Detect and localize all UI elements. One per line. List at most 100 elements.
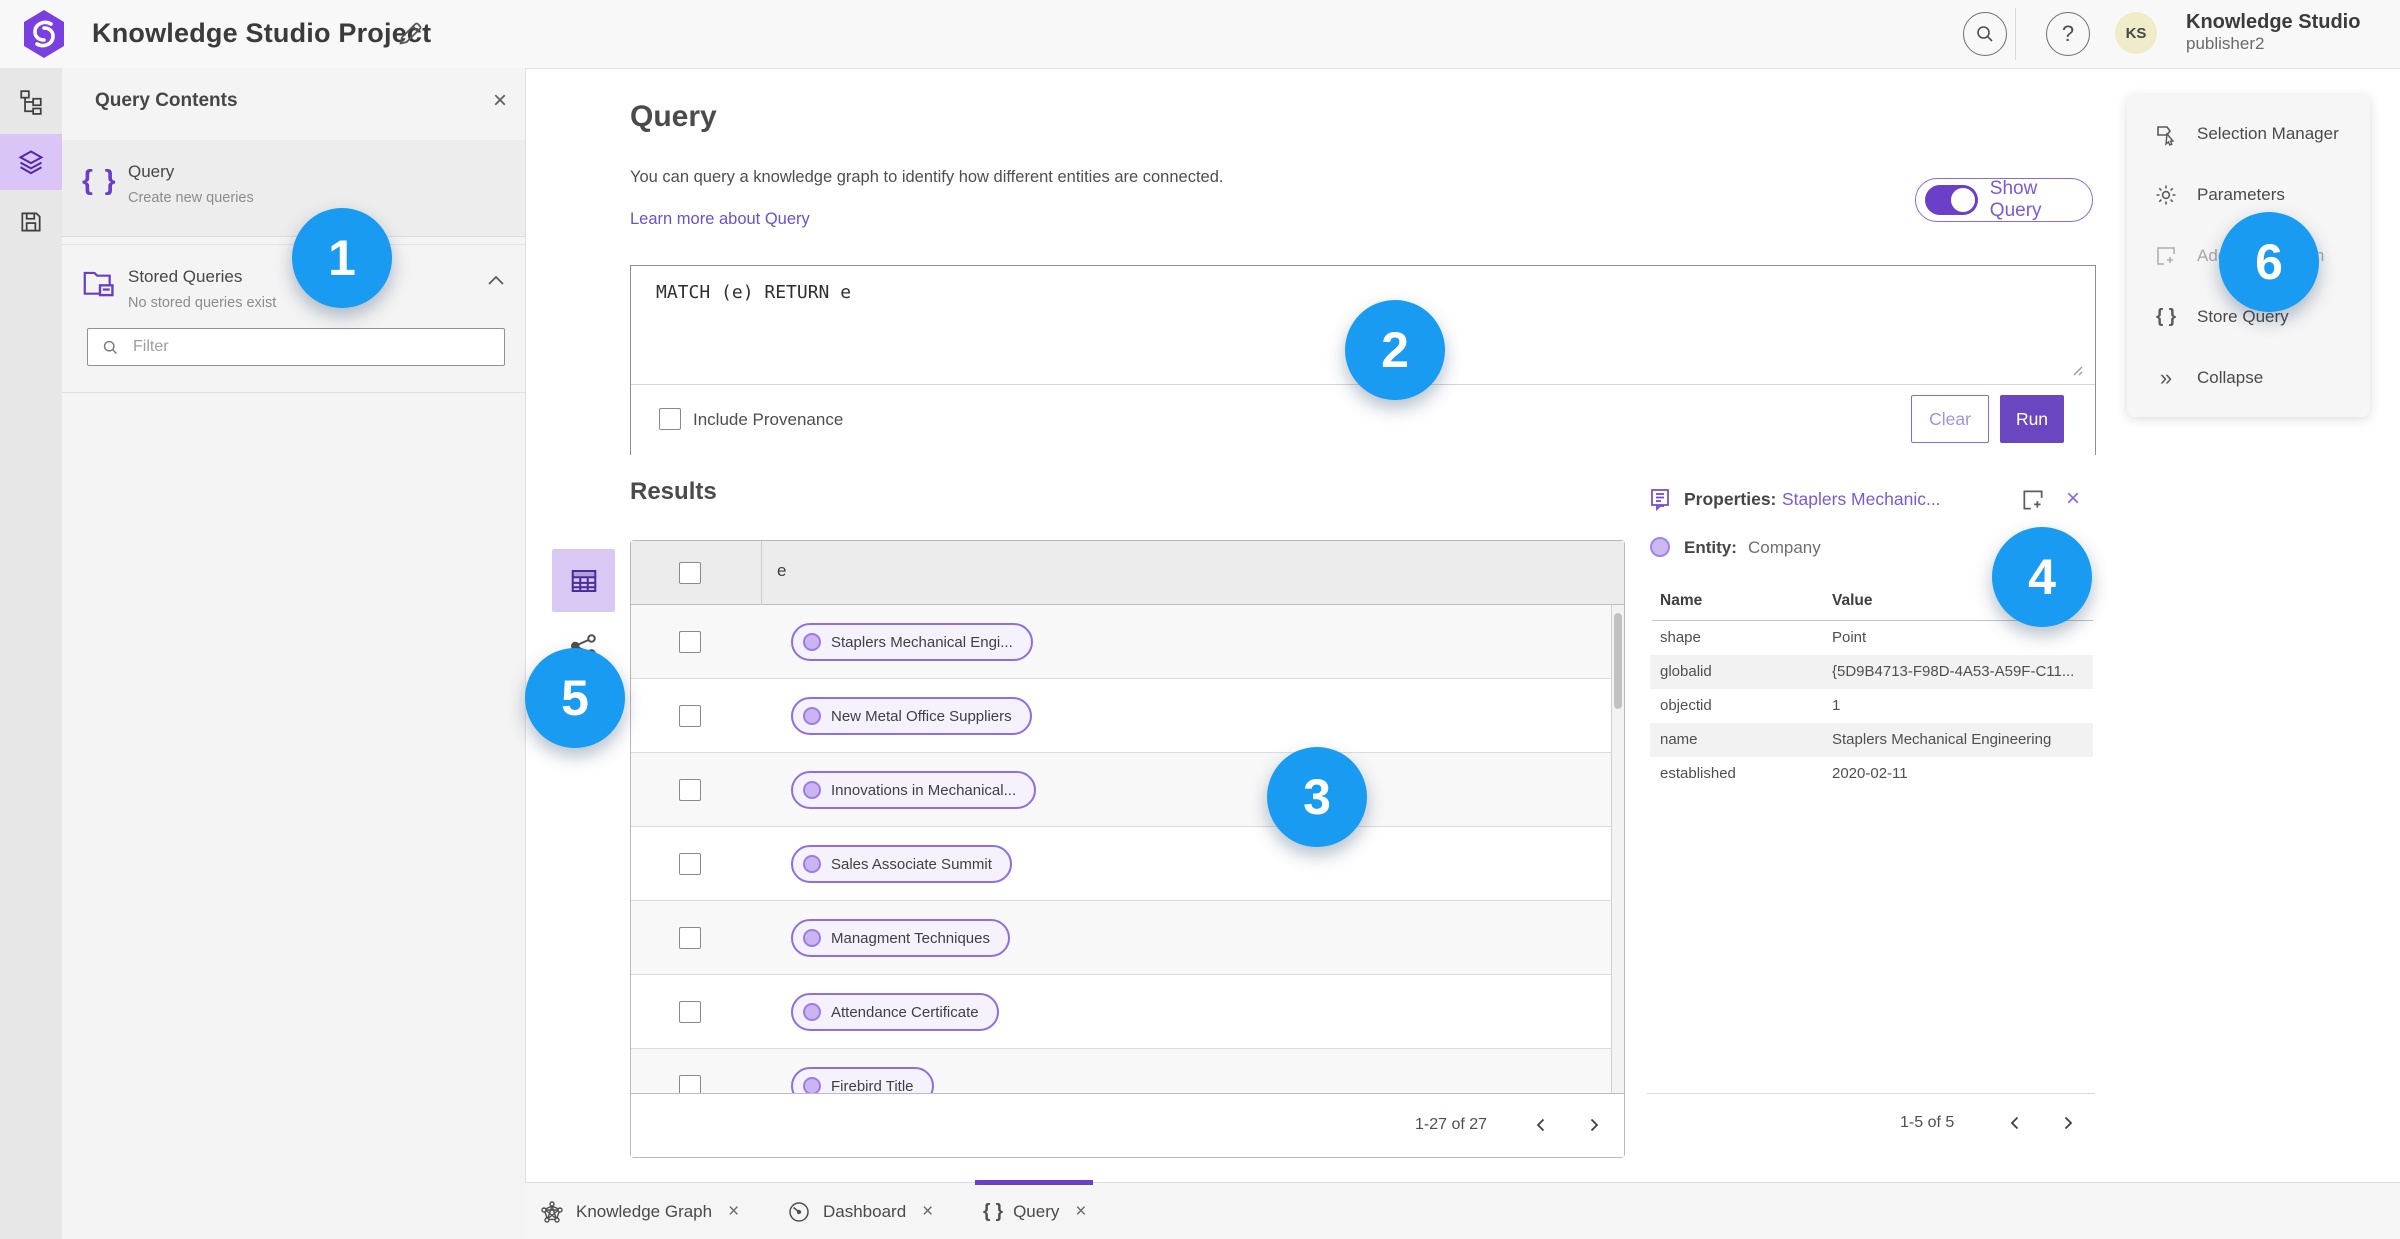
select-all-checkbox[interactable] <box>679 562 701 584</box>
user-name: Knowledge Studio <box>2186 11 2361 33</box>
properties-previous-button[interactable] <box>2000 1108 2030 1138</box>
close-tab-icon[interactable]: × <box>1075 1201 1086 1223</box>
table-icon <box>569 566 599 596</box>
stored-queries-folder-icon <box>82 267 118 301</box>
row-checkbox[interactable] <box>679 927 701 949</box>
include-provenance-checkbox[interactable] <box>659 408 681 430</box>
user-role: publisher2 <box>2186 34 2265 53</box>
row-checkbox[interactable] <box>679 779 701 801</box>
selection-manager-item[interactable]: Selection Manager <box>2127 103 2370 164</box>
close-panel-icon[interactable]: × <box>487 88 513 114</box>
workspace-tab-bar: Knowledge Graph × Dashboard × { } Query … <box>525 1180 2400 1239</box>
annotation-badge-4: 4 <box>1992 527 2092 627</box>
braces-icon: { } <box>983 1200 1004 1222</box>
row-checkbox[interactable] <box>679 1001 701 1023</box>
row-checkbox[interactable] <box>679 705 701 727</box>
results-scrollbar[interactable] <box>1611 605 1624 1093</box>
row-checkbox[interactable] <box>679 631 701 653</box>
query-text-input[interactable]: MATCH (e) RETURN e <box>656 282 851 303</box>
tab-dashboard[interactable]: Dashboard × <box>787 1183 933 1239</box>
entity-pill[interactable]: Sales Associate Summit <box>791 845 1012 883</box>
table-row: Staplers Mechanical Engi... <box>631 605 1611 679</box>
top-bar: Knowledge Studio Project ? KS Knowledge … <box>0 0 2400 69</box>
entity-pill[interactable]: Attendance Certificate <box>791 993 999 1031</box>
show-query-toggle[interactable]: Show Query <box>1915 178 2093 222</box>
dashboard-gauge-icon <box>787 1200 811 1224</box>
data-model-icon <box>18 89 44 115</box>
user-avatar[interactable]: KS <box>2115 12 2157 54</box>
entity-dot-icon <box>803 1003 821 1021</box>
properties-entity-link[interactable]: Staplers Mechanic... <box>1782 489 1941 510</box>
run-button[interactable]: Run <box>2000 395 2064 443</box>
data-model-rail-button[interactable] <box>0 74 62 130</box>
entity-dot-icon <box>803 929 821 947</box>
results-rows: Staplers Mechanical Engi... New Metal Of… <box>631 605 1611 1093</box>
entity-pill[interactable]: New Metal Office Suppliers <box>791 697 1032 735</box>
save-rail-button[interactable] <box>0 194 62 250</box>
expand-rail-button[interactable]: » <box>0 1220 62 1239</box>
entity-dot-icon <box>803 855 821 873</box>
entity-type-dot-icon <box>1650 537 1670 557</box>
selection-manager-icon <box>2153 122 2179 146</box>
results-range-label: 1-27 of 27 <box>1415 1116 1488 1133</box>
entity-pill[interactable]: Managment Techniques <box>791 919 1010 957</box>
learn-more-link[interactable]: Learn more about Query <box>630 210 810 229</box>
entity-pill[interactable]: Staplers Mechanical Engi... <box>791 623 1033 661</box>
query-rail-button[interactable] <box>0 134 62 190</box>
properties-col-value: Value <box>1832 592 1873 609</box>
table-row: New Metal Office Suppliers <box>631 679 1611 753</box>
edit-title-icon[interactable] <box>396 20 424 48</box>
entity-dot-icon <box>803 781 821 799</box>
properties-range-label: 1-5 of 5 <box>1900 1114 1955 1131</box>
collapse-item[interactable]: » Collapse <box>2127 347 2370 408</box>
close-tab-icon[interactable]: × <box>922 1201 933 1223</box>
entity-pill[interactable]: Innovations in Mechanical... <box>791 771 1037 809</box>
tab-query[interactable]: { } Query × <box>983 1183 1086 1239</box>
close-properties-icon[interactable]: × <box>2066 485 2080 513</box>
entity-dot-icon <box>803 707 821 725</box>
results-table: e Staplers Mechanical Engi... New Metal … <box>630 540 1625 1158</box>
table-row: Sales Associate Summit <box>631 827 1611 901</box>
row-checkbox[interactable] <box>679 853 701 875</box>
include-provenance-label: Include Provenance <box>693 410 844 429</box>
search-button[interactable] <box>1963 12 2007 56</box>
property-row: name Staplers Mechanical Engineering <box>1650 723 2093 757</box>
query-editor-footer: Include Provenance Clear Run <box>631 384 2095 455</box>
close-tab-icon[interactable]: × <box>728 1201 739 1223</box>
properties-pagination-divider <box>1647 1093 2095 1094</box>
scrollbar-thumb[interactable] <box>1614 613 1622 709</box>
toggle-knob <box>1950 188 1975 212</box>
collapse-section-icon[interactable] <box>486 273 506 287</box>
previous-page-button[interactable] <box>1526 1110 1556 1140</box>
help-button[interactable]: ? <box>2046 12 2090 56</box>
contents-item-query-label: Query <box>128 162 175 181</box>
tab-knowledge-graph[interactable]: Knowledge Graph × <box>540 1183 739 1239</box>
properties-col-name: Name <box>1660 592 1703 609</box>
add-to-selection-icon[interactable] <box>2020 487 2046 513</box>
left-icon-rail: » <box>0 68 63 1239</box>
contents-item-query[interactable]: { } Query Create new queries <box>62 140 525 237</box>
row-checkbox[interactable] <box>679 1075 701 1093</box>
knowledge-graph-icon <box>540 1200 564 1224</box>
annotation-badge-6: 6 <box>2219 212 2319 312</box>
double-chevron-right-icon: » <box>2159 364 2173 390</box>
query-contents-header: Query Contents × <box>62 68 525 141</box>
question-icon: ? <box>2061 21 2075 46</box>
save-icon <box>18 209 44 235</box>
double-chevron-right-icon: » <box>24 1234 37 1239</box>
table-view-button[interactable] <box>552 549 615 612</box>
properties-next-button[interactable] <box>2053 1108 2083 1138</box>
filter-input[interactable] <box>131 337 465 357</box>
user-menu[interactable]: Knowledge Studio publisher2 <box>2186 10 2360 54</box>
property-row: shape Point <box>1660 629 1867 646</box>
query-description: You can query a knowledge graph to ident… <box>630 168 1224 186</box>
entity-label: Entity: <box>1684 538 1737 557</box>
results-column-e: e <box>777 561 787 580</box>
resize-handle-icon[interactable] <box>2069 362 2083 376</box>
query-contents-title: Query Contents <box>95 90 238 111</box>
stored-queries-filter[interactable] <box>87 328 505 366</box>
clear-button[interactable]: Clear <box>1911 395 1989 443</box>
entity-pill[interactable]: Firebird Title <box>791 1067 934 1093</box>
stored-queries-description: No stored queries exist <box>128 295 277 311</box>
next-page-button[interactable] <box>1579 1110 1609 1140</box>
